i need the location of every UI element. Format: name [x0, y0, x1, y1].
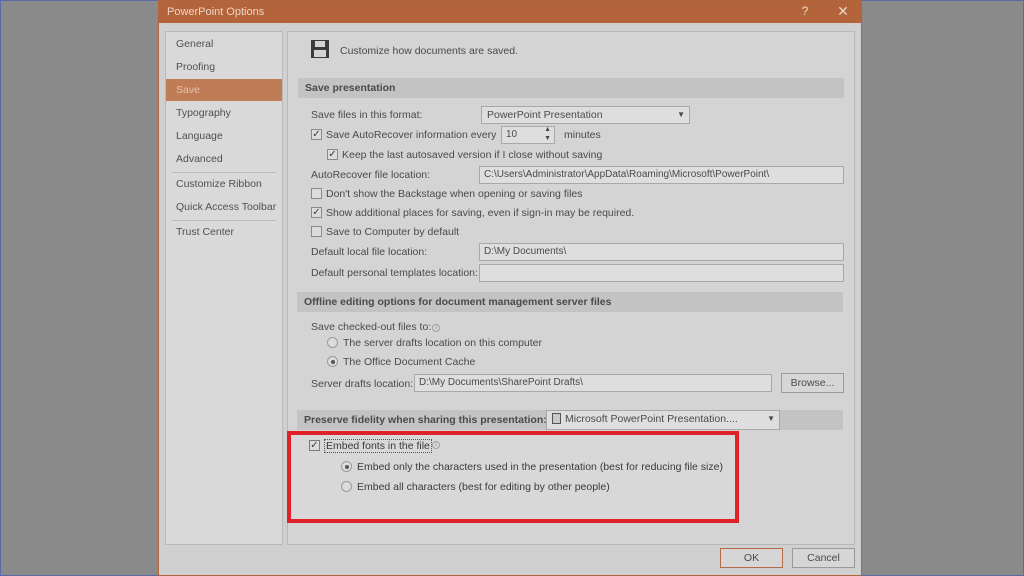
nav-item-save[interactable]: Save [166, 79, 282, 101]
info-icon: i [432, 324, 441, 332]
nav-item-advanced[interactable]: Advanced [166, 148, 282, 170]
save-to-computer-checkbox[interactable] [311, 226, 322, 237]
server-drafts-location-field[interactable]: D:\My Documents\SharePoint Drafts\ [414, 374, 772, 392]
floppy-disk-icon [311, 40, 329, 58]
options-nav: General Proofing Save Typography Languag… [165, 31, 283, 545]
save-format-label: Save files in this format: [311, 109, 423, 121]
page-header-text: Customize how documents are saved. [340, 45, 519, 57]
office-cache-option-label: The Office Document Cache [343, 356, 476, 368]
autorecover-location-field[interactable]: C:\Users\Administrator\AppData\Roaming\M… [479, 166, 844, 184]
autorecover-minutes-spinner[interactable]: 10 ▲ ▼ [501, 126, 555, 144]
ok-button[interactable]: OK [720, 548, 783, 568]
autorecover-minutes-value: 10 [506, 129, 518, 140]
autorecover-location-label: AutoRecover file location: [311, 169, 431, 181]
nav-item-trust-center[interactable]: Trust Center [166, 221, 282, 243]
minutes-label: minutes [564, 129, 601, 141]
save-format-dropdown[interactable]: PowerPoint Presentation ▼ [481, 106, 690, 124]
server-drafts-location-label: Server drafts location: [311, 378, 414, 390]
nav-item-language[interactable]: Language [166, 125, 282, 147]
save-format-value: PowerPoint Presentation [487, 109, 603, 121]
keep-last-autosaved-label: Keep the last autosaved version if I clo… [342, 149, 603, 161]
default-templates-field[interactable] [479, 264, 844, 282]
additional-places-label: Show additional places for saving, even … [326, 207, 635, 219]
section-offline-editing: Offline editing options for document man… [297, 292, 843, 312]
browse-button[interactable]: Browse... [781, 373, 844, 393]
default-templates-label: Default personal templates location: [311, 267, 478, 279]
presentation-file-icon [552, 413, 561, 424]
help-icon[interactable]: ? [799, 4, 811, 18]
save-to-computer-label: Save to Computer by default [326, 226, 460, 238]
nav-item-general[interactable]: General [166, 33, 282, 55]
keep-last-autosaved-checkbox[interactable]: ✓ [327, 149, 338, 160]
nav-item-typography[interactable]: Typography [166, 102, 282, 124]
spinner-arrows-icon[interactable]: ▲ ▼ [544, 127, 551, 143]
presentation-dropdown-value: Microsoft PowerPoint Presentation.... [565, 413, 738, 425]
save-checked-out-label: Save checked-out files to: i [311, 321, 441, 333]
dialog-titlebar: PowerPoint Options ? ✕ [159, 1, 861, 23]
dialog-title: PowerPoint Options [167, 6, 265, 18]
server-drafts-option-label: The server drafts location on this compu… [343, 337, 543, 349]
nav-item-quick-access-toolbar[interactable]: Quick Access Toolbar [166, 196, 282, 218]
autorecover-label: Save AutoRecover information every [326, 129, 497, 141]
nav-item-proofing[interactable]: Proofing [166, 56, 282, 78]
server-drafts-radio[interactable] [327, 337, 338, 348]
office-cache-radio[interactable] [327, 356, 338, 367]
chevron-down-icon: ▼ [767, 414, 775, 423]
highlight-box [287, 431, 739, 523]
close-icon[interactable]: ✕ [835, 3, 851, 20]
section-save-presentation: Save presentation [298, 78, 844, 98]
default-local-field[interactable]: D:\My Documents\ [479, 243, 844, 261]
cancel-button[interactable]: Cancel [792, 548, 855, 568]
nav-item-customize-ribbon[interactable]: Customize Ribbon [166, 173, 282, 195]
additional-places-checkbox[interactable]: ✓ [311, 207, 322, 218]
no-backstage-checkbox[interactable] [311, 188, 322, 199]
presentation-dropdown[interactable]: Microsoft PowerPoint Presentation.... ▼ [546, 410, 780, 430]
autorecover-checkbox[interactable]: ✓ [311, 129, 322, 140]
no-backstage-label: Don't show the Backstage when opening or… [326, 188, 583, 200]
chevron-down-icon: ▼ [677, 110, 685, 119]
default-local-label: Default local file location: [311, 246, 428, 258]
